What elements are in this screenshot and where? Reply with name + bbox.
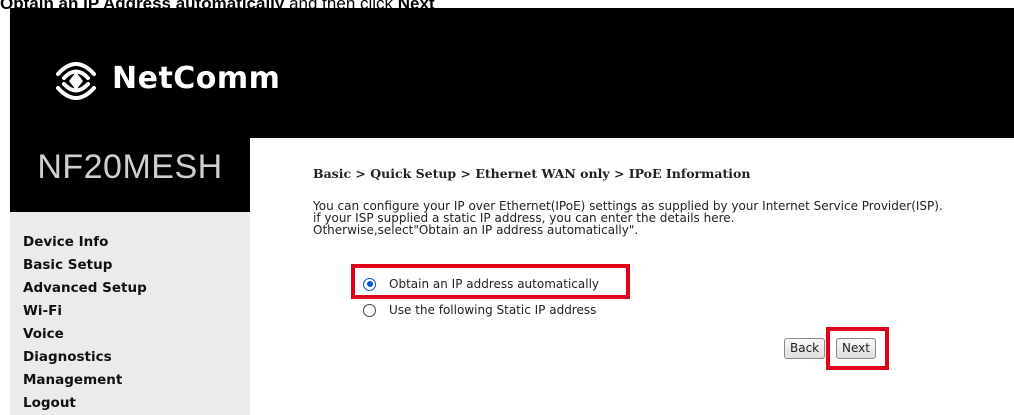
sidebar-item-logout[interactable]: Logout [23, 392, 250, 415]
highlight-box-option [351, 264, 630, 299]
header-banner: NetComm [10, 8, 1014, 138]
sidebar-item-voice[interactable]: Voice [23, 323, 250, 346]
radio-static-ip[interactable] [363, 303, 376, 317]
sidebar-item-basic-setup[interactable]: Basic Setup [23, 254, 250, 277]
sidebar-item-management[interactable]: Management [23, 369, 250, 392]
option-static-ip[interactable]: Use the following Static IP address [363, 303, 596, 317]
option-label: Use the following Static IP address [389, 303, 597, 317]
highlight-box-next [826, 327, 889, 370]
model-name: NF20MESH [37, 148, 223, 186]
sidebar-nav: Device Info Basic Setup Advanced Setup W… [10, 212, 250, 415]
sidebar-item-wifi[interactable]: Wi-Fi [23, 300, 250, 323]
description-line: Otherwise,select"Obtain an IP address au… [313, 223, 639, 237]
sidebar-item-diagnostics[interactable]: Diagnostics [23, 346, 250, 369]
description: You can configure your IP over Ethernet(… [313, 200, 1014, 236]
back-button[interactable]: Back [784, 338, 826, 359]
sidebar-item-device-info[interactable]: Device Info [23, 231, 250, 254]
brand-name: NetComm [112, 60, 281, 96]
breadcrumb: Basic > Quick Setup > Ethernet WAN only … [313, 166, 751, 181]
wifi-signal-icon [56, 62, 96, 100]
sidebar-item-advanced-setup[interactable]: Advanced Setup [23, 277, 250, 300]
model-bar: NF20MESH [10, 138, 250, 212]
brand-logo[interactable]: NetComm [48, 48, 280, 108]
